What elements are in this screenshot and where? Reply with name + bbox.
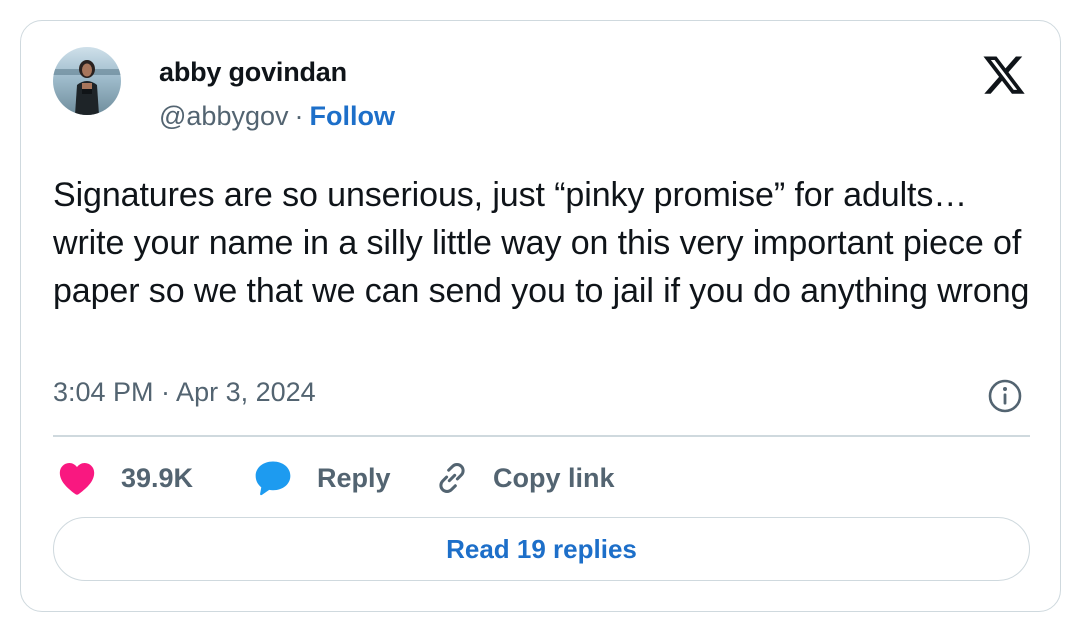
tweet-timestamp[interactable]: 3:04 PM · Apr 3, 2024 [53, 377, 316, 408]
read-replies-button[interactable]: Read 19 replies [53, 517, 1030, 581]
author-display-name[interactable]: abby govindan [159, 57, 347, 88]
copy-link-label: Copy link [493, 462, 615, 493]
author-handle[interactable]: @abbygov [159, 101, 289, 131]
like-count: 39.9K [121, 462, 194, 493]
copy-link-button[interactable]: Copy link [433, 457, 615, 499]
info-icon[interactable] [987, 378, 1023, 414]
read-replies-label: Read 19 replies [446, 533, 637, 564]
reply-button[interactable]: Reply [253, 457, 391, 499]
like-button[interactable]: 39.9K [57, 457, 193, 499]
tweet-card: abby govindan @abbygov · Follow Signatures… [20, 20, 1061, 612]
avatar[interactable] [53, 47, 121, 115]
link-icon [433, 459, 471, 497]
follow-button[interactable]: Follow [310, 101, 395, 131]
heart-icon [57, 460, 97, 496]
speech-bubble-icon [253, 459, 293, 497]
x-logo-icon[interactable] [981, 56, 1027, 98]
avatar-photo [53, 47, 121, 115]
reply-label: Reply [317, 462, 391, 493]
handle-separator: · [294, 101, 304, 131]
divider [53, 435, 1030, 437]
author-handle-row: @abbygov · Follow [159, 101, 395, 132]
tweet-text: Signatures are so unserious, just “pinky… [53, 176, 1030, 310]
